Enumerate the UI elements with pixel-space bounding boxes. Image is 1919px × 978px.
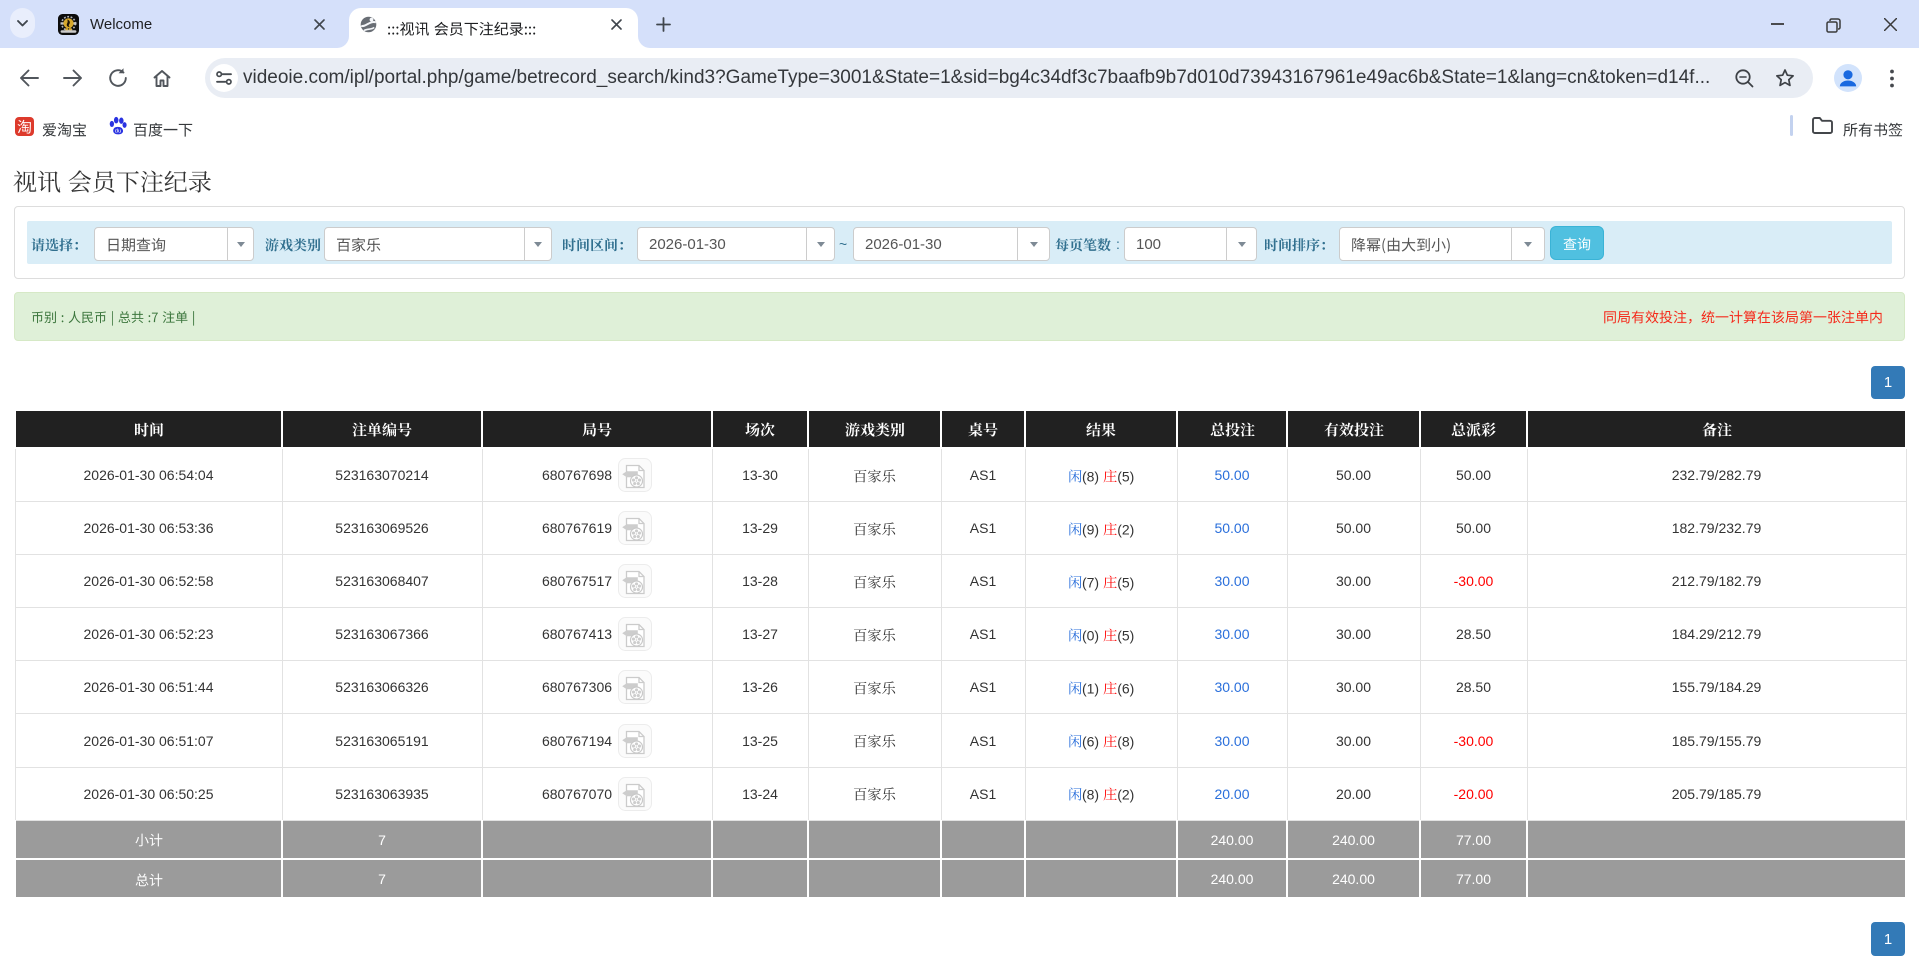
svg-text:du: du	[115, 129, 122, 135]
